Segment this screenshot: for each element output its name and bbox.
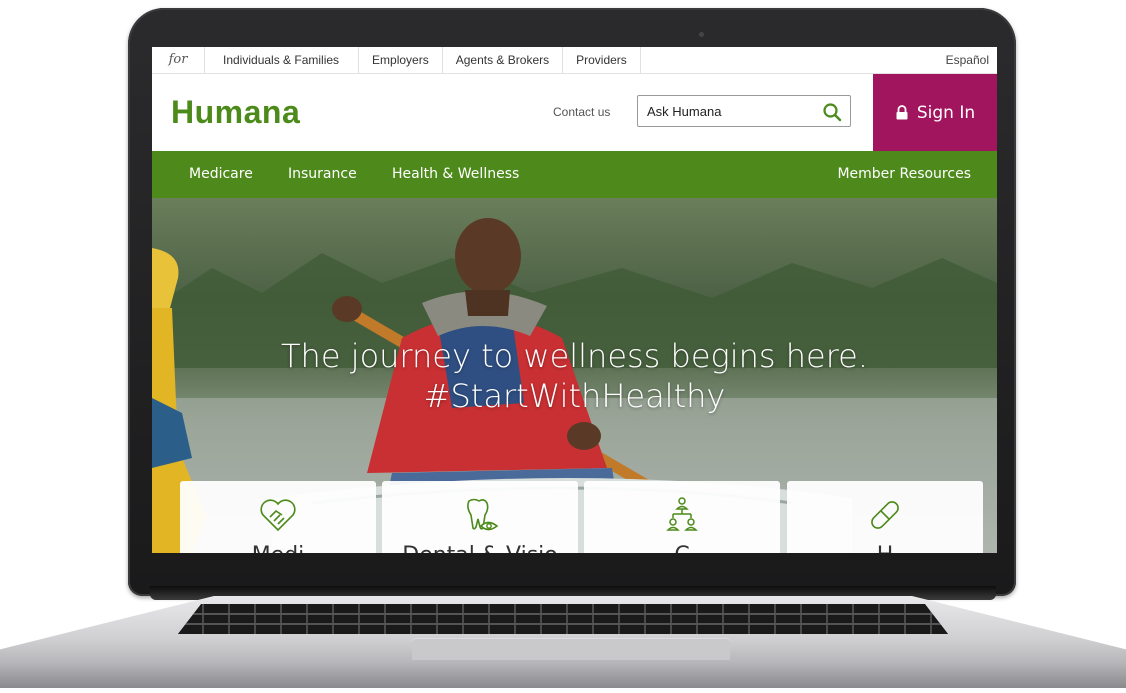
audience-link-agents[interactable]: Agents & Brokers [443,47,564,73]
audience-link-providers[interactable]: Providers [563,47,641,73]
audience-link-individuals[interactable]: Individuals & Families [204,47,360,73]
contact-us-link[interactable]: Contact us [553,105,610,119]
sign-in-label: Sign In [916,102,976,123]
main-nav: Medicare Insurance Health & Wellness Mem… [152,151,997,198]
tile-label-medicare: Medi [180,543,376,553]
audience-bar: for Individuals & Families Employers Age… [152,47,997,74]
nav-item-insurance[interactable]: Insurance [288,151,357,198]
tile-label-coverage: C [584,543,780,553]
tile-label-health: H [787,543,983,553]
laptop-keyboard [178,604,948,634]
hero-banner: The journey to wellness begins here. #St… [152,198,997,553]
keyboard-row-divider [178,623,948,625]
language-link[interactable]: Español [946,47,989,73]
nav-item-health-wellness[interactable]: Health & Wellness [392,151,519,198]
tile-medicare[interactable]: Medi [180,481,376,553]
sign-in-button[interactable]: Sign In [873,74,997,151]
lock-icon [896,105,908,120]
tile-dental-vision[interactable]: Dental & Visio [382,481,578,553]
tile-coverage[interactable]: C [584,481,780,553]
nav-item-medicare[interactable]: Medicare [189,151,253,198]
audience-link-employers[interactable]: Employers [359,47,443,73]
tooth-eye-icon [467,498,499,531]
tile-health[interactable]: H [787,481,983,553]
pill-icon [871,501,899,529]
search-input[interactable] [647,102,807,120]
search-box[interactable] [637,95,851,127]
nav-item-member-resources[interactable]: Member Resources [837,151,971,198]
humana-logo[interactable]: Humana [171,94,300,131]
org-chart-icon [666,497,698,531]
website-screen: for Individuals & Families Employers Age… [152,47,997,553]
webcam [699,32,704,37]
hero-headline: The journey to wellness begins here. [280,337,869,375]
search-icon[interactable] [822,102,842,122]
site-header: Humana Contact us Sign In [152,74,997,151]
tile-label-dental-vision: Dental & Visio [382,543,578,553]
handshake-heart-icon [260,499,296,532]
laptop-trackpad [412,638,730,660]
for-label: for [152,47,205,73]
hero-hashtag: #StartWithHealthy [423,377,726,415]
audience-links: Individuals & Families Employers Agents … [204,47,641,73]
keyboard-row-divider [178,613,948,615]
